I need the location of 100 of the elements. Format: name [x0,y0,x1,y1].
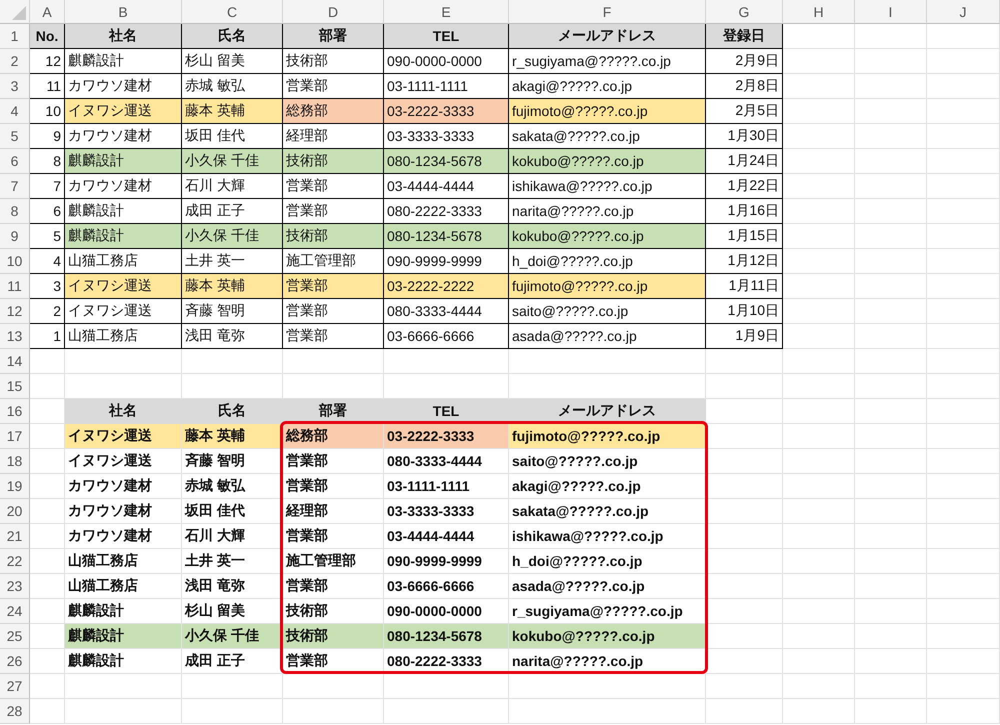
table-cell: 営業部 [283,274,384,299]
select-all-icon[interactable] [12,6,26,20]
table-cell: 山猫工務店 [65,324,182,349]
column-letter[interactable]: B [65,0,182,24]
row-number[interactable]: 18 [0,449,30,474]
empty-cell [855,599,927,624]
row-number[interactable]: 20 [0,499,30,524]
row-number[interactable]: 27 [0,674,30,699]
empty-cell [783,624,855,649]
empty-cell [855,224,927,249]
table-cell: 小久保 千佳 [182,149,283,174]
column-heading: メールアドレス [509,24,706,49]
table-cell: 営業部 [283,474,384,499]
row-number[interactable]: 26 [0,649,30,674]
row-number[interactable]: 21 [0,524,30,549]
column-heading: 社名 [65,24,182,49]
table-cell: カワウソ建材 [65,524,182,549]
table-cell: 麒麟設計 [65,624,182,649]
row-number[interactable]: 25 [0,624,30,649]
table-cell: 2月8日 [706,74,783,99]
empty-cell [783,74,855,99]
row-number[interactable]: 24 [0,599,30,624]
row-number[interactable]: 15 [0,374,30,399]
column-letter[interactable]: E [384,0,509,24]
table-cell: 総務部 [283,99,384,124]
empty-cell [855,699,927,724]
row-number[interactable]: 17 [0,424,30,449]
empty-cell [855,424,927,449]
row-number[interactable]: 14 [0,349,30,374]
row-number[interactable]: 1 [0,24,30,49]
column-letter[interactable]: F [509,0,706,24]
row-number[interactable]: 4 [0,99,30,124]
table-cell: 03-1111-1111 [384,474,509,499]
table-cell: 浅田 竜弥 [182,574,283,599]
table-cell: 浅田 竜弥 [182,324,283,349]
table-cell: akagi@?????.co.jp [509,474,706,499]
row-number[interactable]: 7 [0,174,30,199]
empty-cell [783,699,855,724]
empty-cell [855,499,927,524]
table-cell: 麒麟設計 [65,49,182,74]
table-cell: kokubo@?????.co.jp [509,149,706,174]
table-cell: 土井 英一 [182,549,283,574]
table-cell: sakata@?????.co.jp [509,499,706,524]
row-number[interactable]: 19 [0,474,30,499]
empty-cell [783,649,855,674]
row-number[interactable]: 2 [0,49,30,74]
row-number[interactable]: 8 [0,199,30,224]
row-number[interactable]: 12 [0,299,30,324]
column-letter[interactable]: G [706,0,783,24]
empty-cell [855,399,927,424]
column-letter[interactable]: C [182,0,283,24]
empty-cell [783,274,855,299]
column-letter[interactable]: J [927,0,1000,24]
table-cell: 080-2222-3333 [384,649,509,674]
table-cell: 1月10日 [706,299,783,324]
row-number[interactable]: 3 [0,74,30,99]
column-letter[interactable]: H [783,0,855,24]
table-cell: 麒麟設計 [65,224,182,249]
empty-cell [855,174,927,199]
row-number[interactable]: 5 [0,124,30,149]
row-number[interactable]: 13 [0,324,30,349]
table-cell: fujimoto@?????.co.jp [509,424,706,449]
row-number[interactable]: 9 [0,224,30,249]
empty-cell [783,174,855,199]
row-number[interactable]: 28 [0,699,30,724]
table-cell: 1月9日 [706,324,783,349]
empty-cell [855,149,927,174]
column-letter[interactable]: I [855,0,927,24]
table-cell: 小久保 千佳 [182,224,283,249]
table-cell: 1月22日 [706,174,783,199]
empty-cell [855,549,927,574]
table-cell: 080-1234-5678 [384,624,509,649]
empty-cell [855,274,927,299]
table-cell: カワウソ建材 [65,174,182,199]
empty-cell [783,499,855,524]
row-number[interactable]: 23 [0,574,30,599]
table-cell: 1月30日 [706,124,783,149]
table-cell: 9 [30,124,65,149]
empty-cell [783,99,855,124]
table-cell: 麒麟設計 [65,149,182,174]
row-number[interactable]: 16 [0,399,30,424]
empty-cell [783,524,855,549]
table-cell: 総務部 [283,424,384,449]
table-cell: イヌワシ運送 [65,274,182,299]
table-cell: 2月9日 [706,49,783,74]
column-letter[interactable]: D [283,0,384,24]
table-cell: 1月24日 [706,149,783,174]
table-cell: 03-6666-6666 [384,324,509,349]
table-cell: イヌワシ運送 [65,424,182,449]
table-cell: 03-2222-2222 [384,274,509,299]
row-number[interactable]: 10 [0,249,30,274]
row-number[interactable]: 22 [0,549,30,574]
empty-cell [783,599,855,624]
table-cell: 1月11日 [706,274,783,299]
column-letter[interactable]: A [30,0,65,24]
row-number[interactable]: 6 [0,149,30,174]
empty-cell [783,399,855,424]
row-number[interactable]: 11 [0,274,30,299]
empty-cell [783,149,855,174]
table-cell: fujimoto@?????.co.jp [509,99,706,124]
